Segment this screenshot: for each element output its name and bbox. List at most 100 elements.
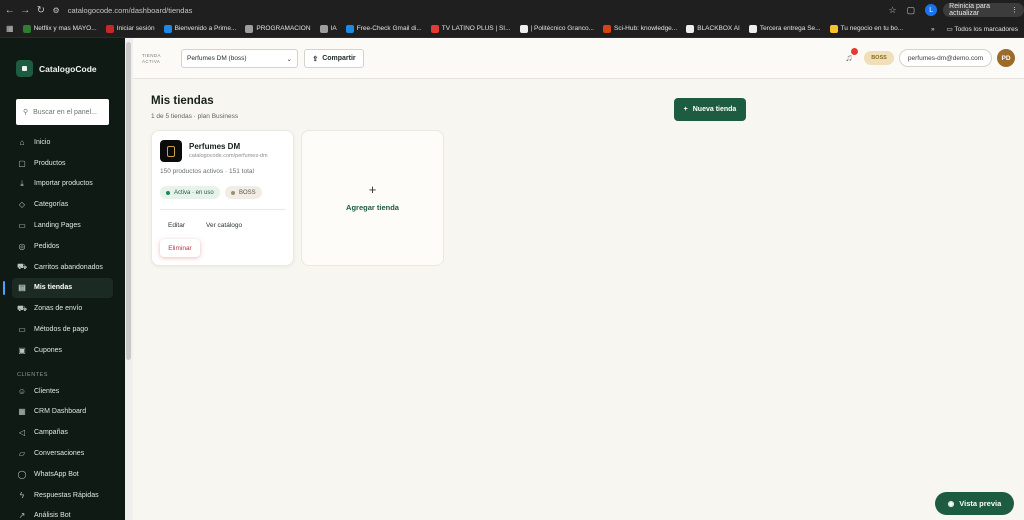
update-button[interactable]: Reinicia para actualizar ⋮ bbox=[943, 3, 1024, 17]
sidebar-item-cupones[interactable]: ▣ Cupones bbox=[12, 340, 113, 361]
bookmark-item[interactable]: Tu negocio en tu bo... bbox=[829, 24, 903, 33]
extensions-icon[interactable]: ▢ bbox=[907, 5, 916, 16]
sidebar-item-inicio[interactable]: ⌂ Inicio bbox=[12, 132, 113, 153]
store-name: Perfumes DM bbox=[189, 142, 241, 151]
brand-name: CatalogoCode bbox=[39, 63, 97, 74]
bookmark-item[interactable]: IA bbox=[319, 24, 337, 33]
sidebar-item-pedidos[interactable]: ◎ Pedidos bbox=[12, 236, 113, 257]
bookmark-item[interactable]: TV LATINO PLUS | SI... bbox=[430, 24, 511, 33]
user-email[interactable]: perfumes-dm@demo.com bbox=[899, 49, 992, 67]
sidebar-item-label: Carritos abandonados bbox=[34, 263, 103, 271]
sidebar-item-label: Conversaciones bbox=[34, 450, 85, 458]
bookmark-favicon-icon bbox=[686, 24, 695, 33]
address-bar[interactable]: ⚙ catalogocode.com/dashboard/tiendas bbox=[53, 3, 861, 17]
sidebar-item-label: Cupones bbox=[34, 346, 63, 354]
reload-icon[interactable]: ↻ bbox=[35, 3, 47, 17]
sidebar-item-label: Análisis Bot bbox=[34, 512, 71, 520]
sidebar-scrollbar[interactable] bbox=[126, 42, 131, 360]
preview-button[interactable]: ◉ Vista previa bbox=[935, 492, 1014, 515]
page-icon: ▭ bbox=[18, 221, 26, 231]
sidebar-item-respuestas-rápidas[interactable]: ϟ Respuestas Rápidas bbox=[12, 485, 113, 506]
sidebar-item-label: WhatsApp Bot bbox=[34, 470, 79, 478]
add-store-label: Agregar tienda bbox=[346, 203, 399, 212]
delete-store-button[interactable]: Eliminar bbox=[160, 239, 200, 257]
sidebar-item-importar-productos[interactable]: ⤓ Importar productos bbox=[12, 174, 113, 195]
box-icon: ▢ bbox=[18, 158, 26, 168]
more-menu-icon[interactable]: ⋮ bbox=[1011, 6, 1018, 14]
store-icon: ▤ bbox=[18, 283, 26, 293]
bookmark-item[interactable]: Iniciar sesión bbox=[105, 24, 155, 33]
bookmark-item[interactable]: Free-Check Gmail di... bbox=[345, 24, 422, 33]
bookmark-item[interactable]: | Politécnico Granco... bbox=[519, 24, 594, 33]
topbar: TIENDA ACTIVA Perfumes DM (boss) ⌄ ⇪ Com… bbox=[133, 38, 1024, 79]
new-store-button[interactable]: + Nueva tienda bbox=[674, 98, 746, 121]
sidebar-item-campañas[interactable]: ◁ Campañas bbox=[12, 422, 113, 443]
bookmark-item[interactable]: Tercera entrega Se... bbox=[748, 24, 821, 33]
bookmark-star-icon[interactable]: ☆ bbox=[889, 5, 897, 16]
sidebar-item-métodos-de-pago[interactable]: ▭ Métodos de pago bbox=[12, 319, 113, 340]
store-select[interactable]: Perfumes DM (boss) ⌄ bbox=[181, 49, 298, 68]
store-url[interactable]: catalogocode.com/perfumes-dm bbox=[189, 153, 268, 159]
sidebar-item-label: Clientes bbox=[34, 387, 60, 395]
sidebar-item-zonas-de-envío[interactable]: ⛟ Zonas de envío bbox=[12, 298, 113, 319]
more-bookmarks-icon[interactable]: » bbox=[931, 26, 935, 33]
site-info-icon[interactable]: ⚙ bbox=[53, 6, 60, 15]
sidebar-item-carritos-abandonados[interactable]: ⛟ Carritos abandonados bbox=[12, 257, 113, 278]
sidebar-item-whatsapp-bot[interactable]: ◯ WhatsApp Bot bbox=[12, 464, 113, 485]
notification-dot bbox=[851, 48, 858, 55]
share-button[interactable]: ⇪ Compartir bbox=[304, 49, 364, 68]
download-icon: ⤓ bbox=[20, 178, 24, 188]
back-icon[interactable]: ← bbox=[4, 3, 16, 17]
sidebar-search-input[interactable]: ⚲ Buscar en el panel... bbox=[16, 99, 109, 125]
apps-icon[interactable]: ▦ bbox=[6, 24, 14, 33]
avatar[interactable]: PD bbox=[997, 49, 1015, 67]
home-icon: ⌂ bbox=[19, 137, 25, 147]
profile-avatar[interactable]: L bbox=[925, 4, 938, 16]
sidebar-section-clientes: CLIENTES bbox=[17, 371, 48, 378]
forward-icon[interactable]: → bbox=[20, 3, 32, 17]
orders-icon: ◎ bbox=[18, 241, 26, 251]
sidebar-item-landing-pages[interactable]: ▭ Landing Pages bbox=[12, 215, 113, 236]
bookmark-favicon-icon bbox=[345, 24, 354, 33]
update-label: Reinicia para actualizar bbox=[949, 3, 990, 17]
brand-logo bbox=[16, 60, 33, 77]
sidebar-item-label: Métodos de pago bbox=[34, 326, 89, 334]
bookmark-favicon-icon bbox=[519, 24, 528, 33]
bookmark-item[interactable]: Bienvenido a Prime... bbox=[163, 24, 236, 33]
bookmark-item[interactable]: PROGRAMACION bbox=[245, 24, 311, 33]
sidebar-item-label: Landing Pages bbox=[34, 222, 81, 230]
sidebar-item-productos[interactable]: ▢ Productos bbox=[12, 153, 113, 174]
sidebar-item-crm-dashboard[interactable]: ▦ CRM Dashboard bbox=[12, 402, 113, 423]
bookmark-item[interactable]: Netflix y mas MAYO... bbox=[22, 24, 97, 33]
bookmark-item[interactable]: BLACKBOX AI bbox=[686, 24, 740, 33]
all-bookmarks[interactable]: ▭ Todos los marcadores bbox=[947, 25, 1018, 33]
share-label: Compartir bbox=[322, 55, 356, 62]
sidebar-item-label: Mis tiendas bbox=[34, 284, 73, 292]
sidebar-item-categorías[interactable]: ◇ Categorías bbox=[12, 194, 113, 215]
store-card: Perfumes DM catalogocode.com/perfumes-dm… bbox=[151, 130, 294, 266]
bookmark-favicon-icon bbox=[319, 24, 328, 33]
sidebar-item-label: CRM Dashboard bbox=[34, 408, 87, 416]
store-plan-text: BOSS bbox=[239, 189, 256, 196]
view-catalog-button[interactable]: Ver catálogo bbox=[206, 222, 242, 229]
sidebar-item-análisis-bot[interactable]: ↗ Análisis Bot bbox=[12, 506, 113, 520]
sidebar-item-label: Importar productos bbox=[34, 180, 93, 188]
edit-store-button[interactable]: Editar bbox=[168, 222, 185, 229]
plan-badge: BOSS bbox=[864, 51, 894, 65]
active-store-label: TIENDA ACTIVA bbox=[142, 53, 161, 64]
eye-icon: ◉ bbox=[947, 499, 955, 508]
sidebar-item-mis-tiendas[interactable]: ▤ Mis tiendas bbox=[12, 277, 113, 299]
bookmark-item[interactable]: Sci-Hub: knowledge... bbox=[602, 24, 677, 33]
store-product-count: 150 productos activos · 151 total bbox=[160, 168, 254, 175]
url-text: catalogocode.com/dashboard/tiendas bbox=[67, 5, 193, 15]
plus-icon: + bbox=[368, 182, 377, 197]
bolt-icon: ϟ bbox=[19, 490, 25, 500]
add-store-card[interactable]: + Agregar tienda bbox=[301, 130, 444, 266]
chevron-down-icon: ⌄ bbox=[286, 55, 292, 63]
store-select-value: Perfumes DM (boss) bbox=[187, 55, 247, 62]
megaphone-icon: ◁ bbox=[18, 428, 26, 438]
sidebar-item-clientes[interactable]: ☺ Clientes bbox=[12, 381, 113, 402]
brand[interactable]: CatalogoCode bbox=[16, 60, 97, 77]
bookmarks-bar: ▦ Netflix y mas MAYO... Iniciar sesión Bie… bbox=[0, 20, 1024, 38]
sidebar-item-conversaciones[interactable]: ▱ Conversaciones bbox=[12, 443, 113, 464]
